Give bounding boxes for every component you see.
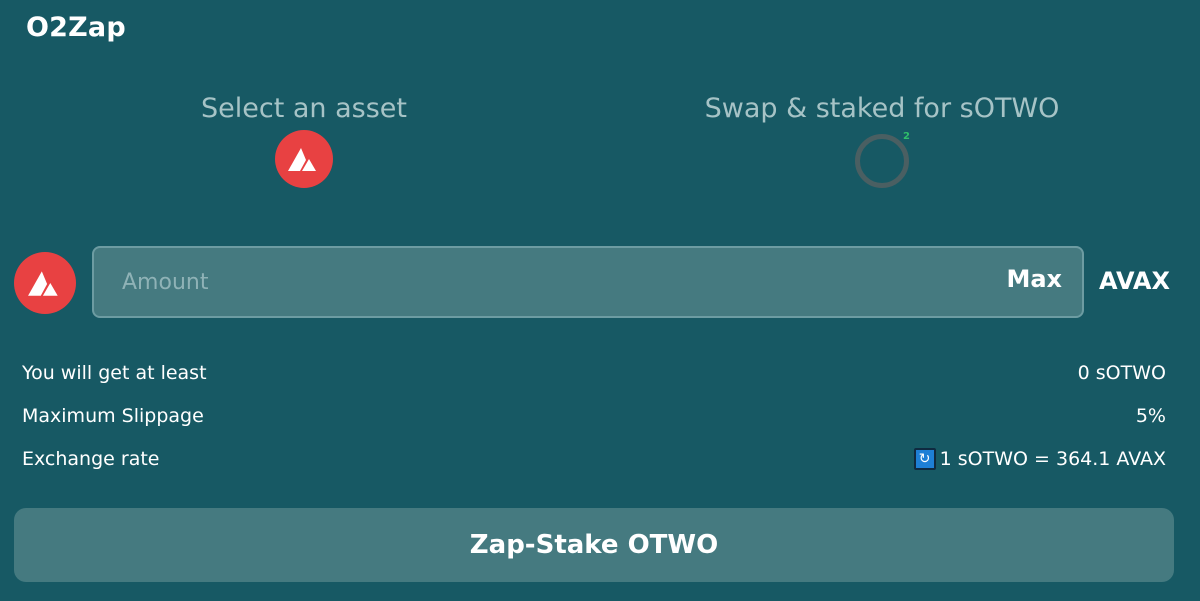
slippage-row: Maximum Slippage 5% — [22, 405, 1166, 427]
swap-stake-step: Swap & staked for sOTWO 2 — [676, 90, 1088, 188]
app-title: O2Zap — [26, 12, 126, 43]
exchange-rate-label: Exchange rate — [22, 448, 160, 470]
amount-field: Max — [92, 246, 1084, 318]
amount-input[interactable] — [122, 262, 982, 302]
slippage-value: 5% — [1135, 405, 1166, 427]
exchange-rate-value: 1 sOTWO = 364.1 AVAX — [939, 448, 1166, 470]
swap-stake-label: Swap & staked for sOTWO — [704, 93, 1060, 124]
zap-panel: O2Zap Select an asset Swap & staked for … — [0, 0, 1200, 601]
sotwo-badge: 2 — [903, 131, 910, 142]
exchange-rate-value-wrap: ↻ 1 sOTWO = 364.1 AVAX — [913, 448, 1166, 470]
exchange-rate-row: Exchange rate ↻ 1 sOTWO = 364.1 AVAX — [22, 448, 1166, 470]
sotwo-token-icon: 2 — [855, 131, 910, 188]
slippage-label: Maximum Slippage — [22, 405, 204, 427]
min-received-value: 0 sOTWO — [1077, 362, 1166, 384]
avax-token-icon[interactable] — [275, 130, 333, 188]
amount-unit-label: AVAX — [1099, 267, 1170, 295]
select-asset-step: Select an asset — [183, 90, 425, 188]
avax-icon — [14, 252, 76, 314]
max-button[interactable]: Max — [1006, 265, 1062, 293]
min-received-label: You will get at least — [22, 362, 207, 384]
amount-row: Max AVAX — [14, 246, 1186, 318]
select-asset-label: Select an asset — [201, 93, 407, 124]
zap-stake-button[interactable]: Zap-Stake OTWO — [14, 508, 1174, 582]
min-received-row: You will get at least 0 sOTWO — [22, 362, 1166, 384]
refresh-icon[interactable]: ↻ — [913, 448, 936, 470]
